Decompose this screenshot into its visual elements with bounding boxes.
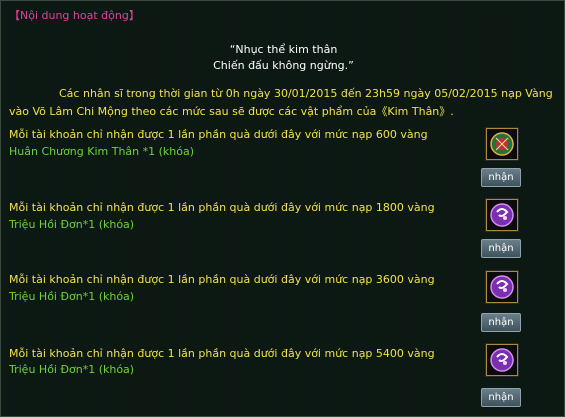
event-description: Các nhân sĩ trong thời gian từ 0h ngày 3…	[9, 87, 553, 118]
claim-button-600[interactable]: nhận	[481, 168, 521, 187]
claim-button-5400[interactable]: nhận	[481, 388, 521, 407]
quote-line-1: “Nhục thể kim thân	[229, 43, 338, 56]
claim-button-3600[interactable]: nhận	[481, 313, 521, 332]
reward-item-600: Huân Chương Kim Thân *1 (khóa)	[9, 145, 195, 158]
reward-item-5400: Triệu Hồi Đơn*1 (khóa)	[9, 363, 135, 376]
reward-requirement-3600: Mỗi tài khoản chỉ nhận được 1 lần phần q…	[9, 273, 435, 286]
medal-icon	[486, 128, 518, 160]
quote-line-2: Chiến đấu không ngừng.”	[213, 59, 354, 72]
reward-requirement-600: Mỗi tài khoản chỉ nhận được 1 lần phần q…	[9, 128, 428, 141]
reward-item-1800: Triệu Hồi Đơn*1 (khóa)	[9, 218, 135, 231]
panel-title: 【Nội dung hoạt động】	[9, 9, 140, 22]
summon-orb-icon	[486, 271, 518, 303]
summon-orb-icon	[486, 344, 518, 376]
claim-button-1800[interactable]: nhận	[481, 239, 521, 258]
summon-orb-icon	[486, 199, 518, 231]
activity-panel: 【Nội dung hoạt động】 “Nhục thể kim thân …	[0, 0, 565, 417]
reward-requirement-5400: Mỗi tài khoản chỉ nhận được 1 lần phần q…	[9, 347, 435, 360]
reward-requirement-1800: Mỗi tài khoản chỉ nhận được 1 lần phần q…	[9, 201, 435, 214]
reward-item-3600: Triệu Hồi Đơn*1 (khóa)	[9, 290, 135, 303]
